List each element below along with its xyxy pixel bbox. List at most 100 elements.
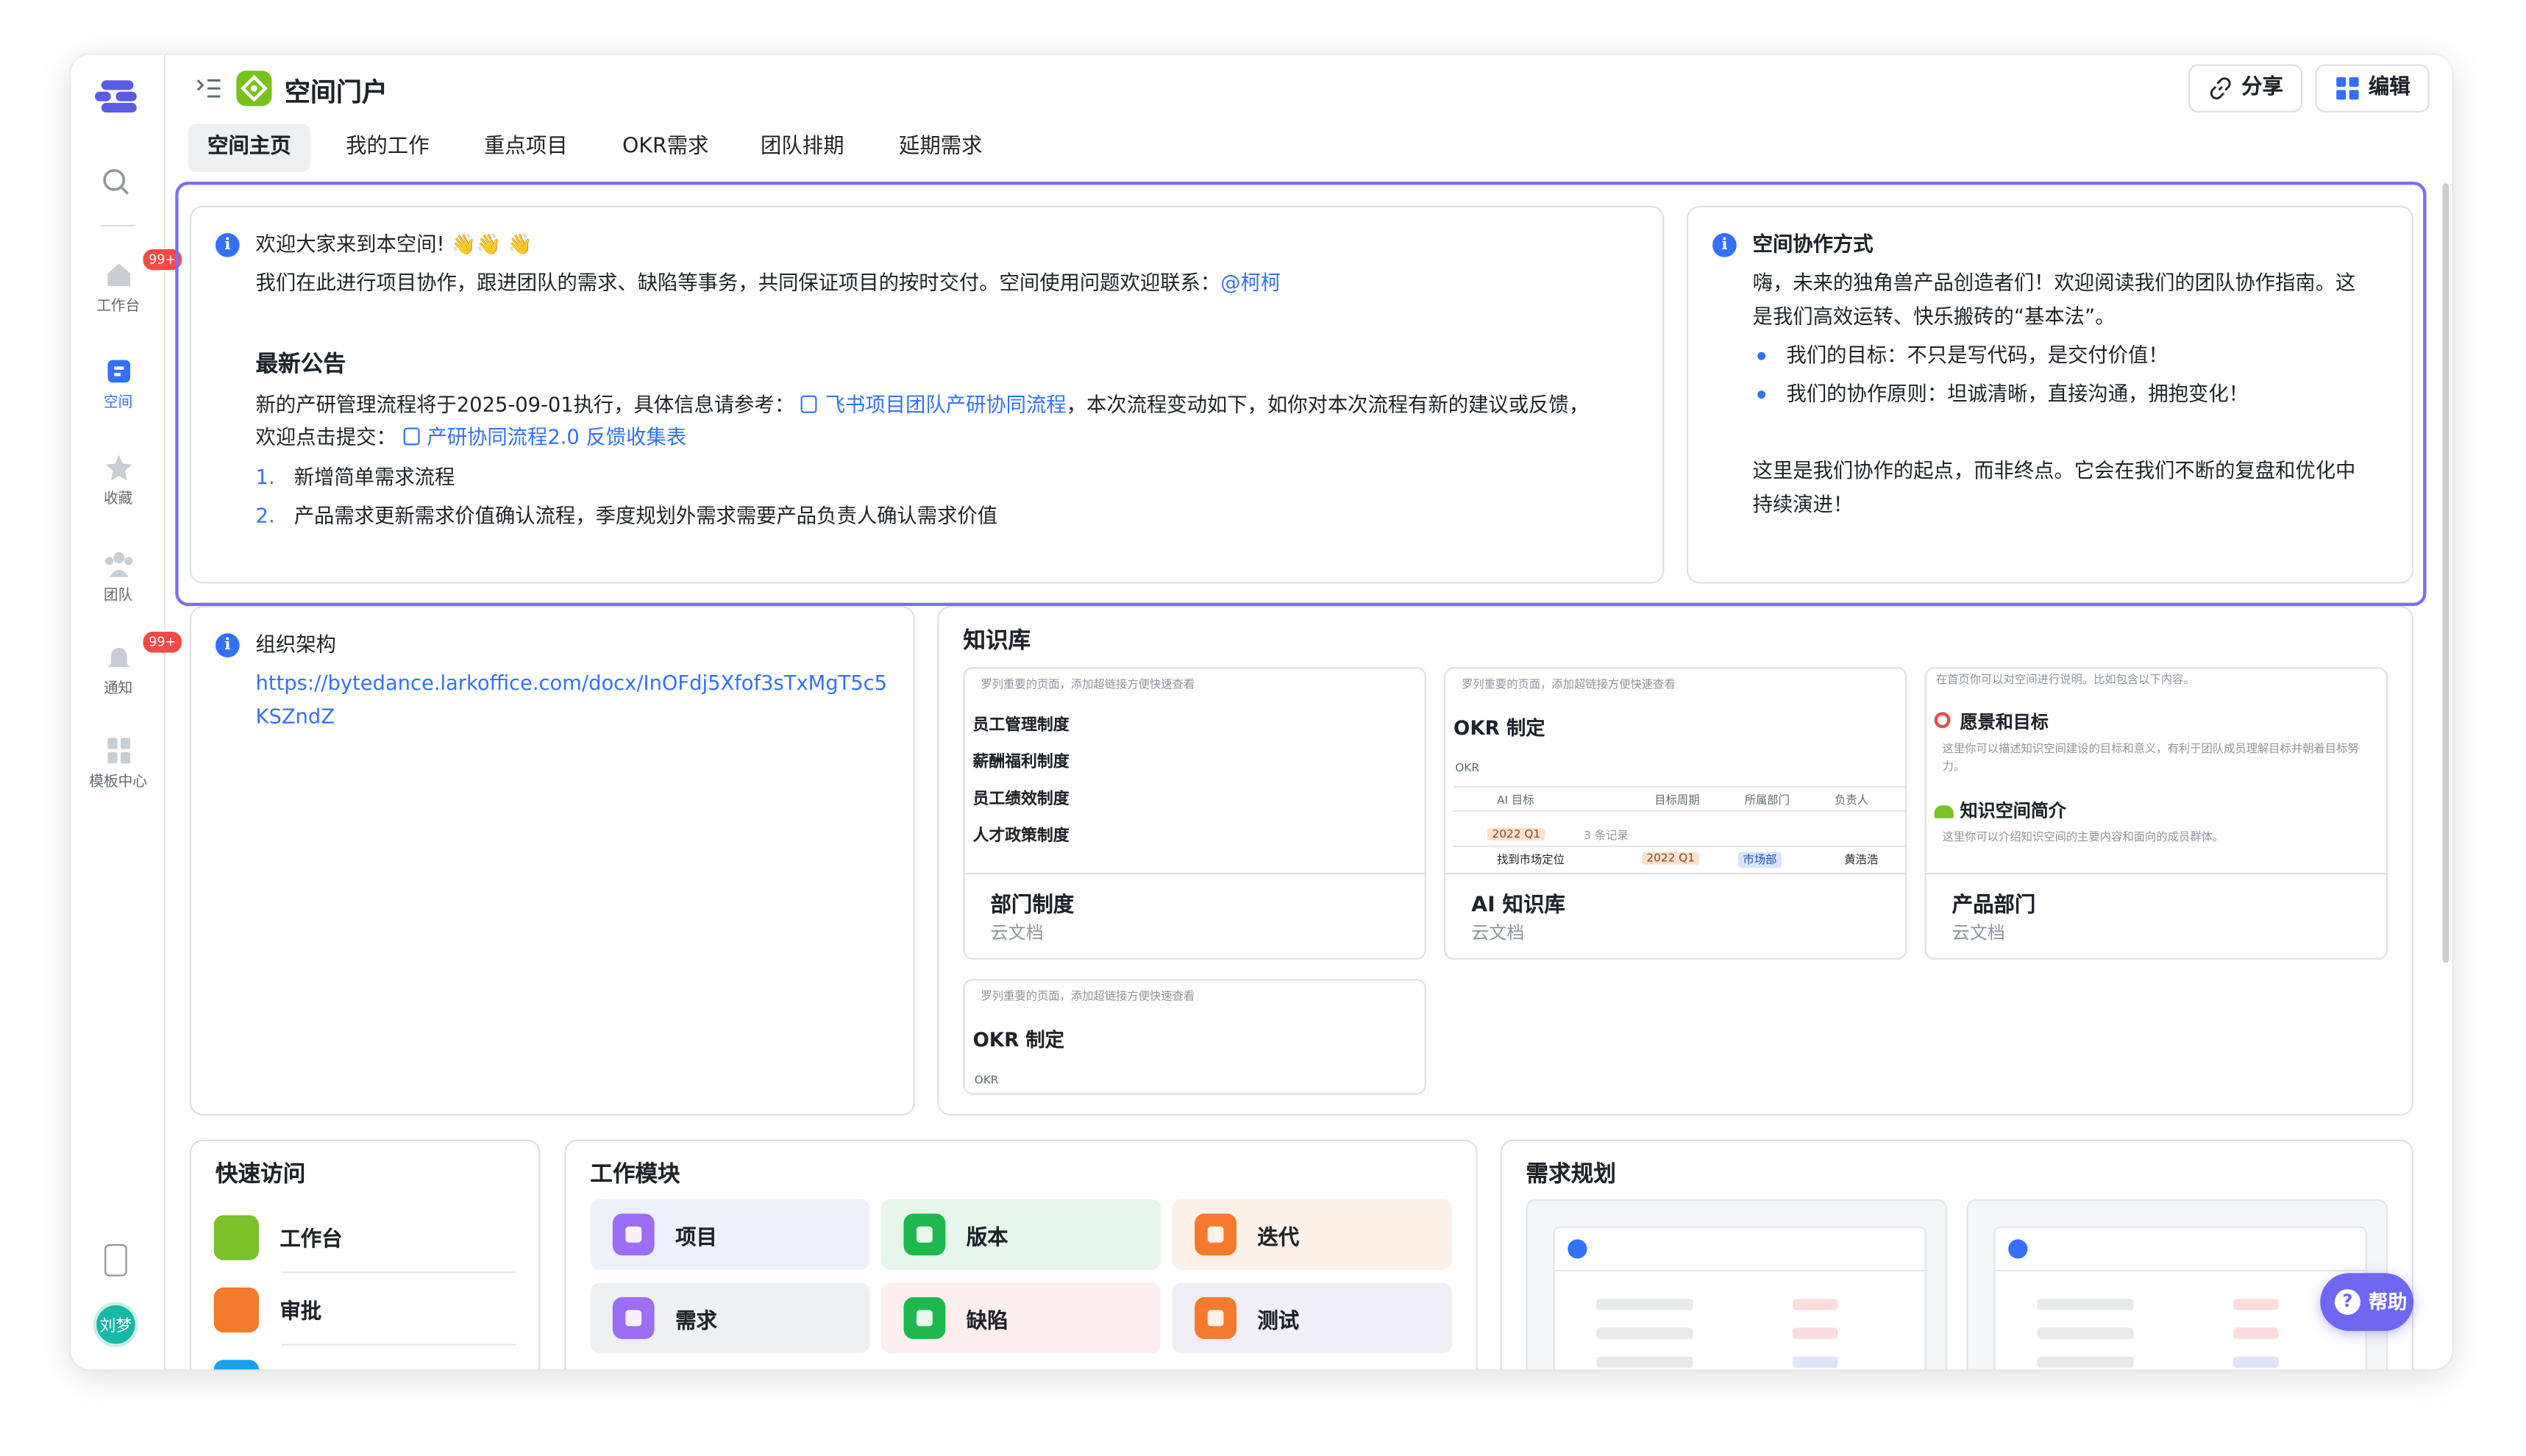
module-label: 迭代 xyxy=(1257,1226,1300,1251)
rail-label: 空间 xyxy=(103,395,133,412)
edit-button[interactable]: 编辑 xyxy=(2315,64,2430,113)
template-icon xyxy=(107,738,129,764)
module-label: 版本 xyxy=(966,1226,1008,1251)
mobile-icon[interactable] xyxy=(104,1243,127,1277)
org-card[interactable]: i 组织架构 https://bytedance.larkoffice.com/… xyxy=(189,606,915,1116)
collab-text: 嗨，未来的独角兽产品创造者们！欢迎阅读我们的团队协作指南。这 xyxy=(1752,270,2356,295)
rail-divider xyxy=(99,225,135,227)
rail-label: 收藏 xyxy=(103,491,133,508)
tab-schedule[interactable]: 团队排期 xyxy=(741,124,864,172)
target-icon xyxy=(1934,712,1951,729)
kb-card-ai[interactable]: 罗列重要的页面，添加超链接方便快速查看 OKR 制定 OKR AI 目标 目标周… xyxy=(1443,667,1907,960)
quick-access-title: 快速访问 xyxy=(215,1162,306,1188)
preview-col: 负责人 xyxy=(1835,793,1869,807)
planning-preview[interactable] xyxy=(1526,1199,1948,1370)
module-iteration[interactable]: 迭代 xyxy=(1172,1199,1452,1270)
rail-item-templates[interactable]: 模板中心 xyxy=(71,736,166,791)
space-icon xyxy=(107,360,129,383)
doc-link[interactable]: 飞书项目团队产研协同流程 xyxy=(794,392,1067,416)
planning-preview[interactable] xyxy=(1966,1199,2388,1370)
rail-label: 工作台 xyxy=(96,299,140,315)
collab-bullet: 我们的目标：不只是写代码，是交付价值！ xyxy=(1786,342,2169,367)
team-icon xyxy=(104,552,132,577)
preview-section: 愿景和目标 xyxy=(1960,712,2049,733)
welcome-card[interactable]: i 欢迎大家来到本空间! 👋👋 👋 我们在此进行项目协作，跟进团队的需求、缺陷等… xyxy=(189,205,1665,584)
quick-item-workbench[interactable]: 工作台 xyxy=(213,1202,516,1273)
rail-label: 团队 xyxy=(103,588,133,604)
rail-item-workbench[interactable]: 99+ 工作台 xyxy=(71,247,185,315)
knowledge-title: 知识库 xyxy=(963,628,1031,654)
mention-link[interactable]: @柯柯 xyxy=(1220,270,1281,294)
rail-item-team[interactable]: 团队 xyxy=(71,550,166,604)
bell-icon xyxy=(107,647,129,668)
preview-heading: OKR 制定 xyxy=(972,1028,1064,1052)
preview-desc: 这里你可以介绍知识空间的主要内容和面向的成员群体。 xyxy=(1942,831,2224,844)
kb-card-type: 云文档 xyxy=(1952,922,2005,944)
share-button[interactable]: 分享 xyxy=(2188,64,2303,113)
island-icon xyxy=(1934,805,1954,818)
scrollbar[interactable] xyxy=(2442,183,2449,963)
modules-title: 工作模块 xyxy=(590,1162,680,1188)
preview-view: OKR xyxy=(974,1074,999,1087)
quick-item-label: 审批 xyxy=(280,1300,322,1325)
preview-count: 3 条记录 xyxy=(1584,829,1629,843)
preview-hint: 在首页你可以对空间进行说明。比如包含以下内容。 xyxy=(1935,673,2195,687)
preview-group: 2022 Q1 xyxy=(1487,827,1545,841)
module-project[interactable]: 项目 xyxy=(590,1199,870,1270)
rail-item-favorites[interactable]: 收藏 xyxy=(71,453,166,508)
form-link[interactable]: 产研协同流程2.0 反馈收集表 xyxy=(396,424,686,449)
module-requirement[interactable]: 需求 xyxy=(590,1282,870,1354)
preview-cell: 市场部 xyxy=(1737,852,1782,868)
app-window: 99+ 工作台 空间 收藏 团队 99+ 通知 模板中心 刘梦 空间门户 分享 … xyxy=(71,54,2452,1370)
help-button[interactable]: ? 帮助 xyxy=(2320,1273,2414,1331)
link-icon xyxy=(2210,77,2231,100)
avatar[interactable]: 刘梦 xyxy=(93,1302,138,1347)
preview-col: 目标周期 xyxy=(1654,793,1700,807)
clock-icon xyxy=(213,1215,259,1260)
tab-my-work[interactable]: 我的工作 xyxy=(327,124,449,172)
tab-delayed[interactable]: 延期需求 xyxy=(880,124,1002,172)
kb-card-okr[interactable]: 罗列重要的页面，添加超链接方便快速查看 OKR 制定 OKR xyxy=(963,979,1426,1095)
help-label: 帮助 xyxy=(2368,1291,2408,1313)
kb-card-product[interactable]: 在首页你可以对空间进行说明。比如包含以下内容。 愿景和目标 这里你可以描述知识空… xyxy=(1924,667,2388,960)
module-defect[interactable]: 缺陷 xyxy=(880,1282,1161,1354)
rail-item-notifications[interactable]: 99+ 通知 xyxy=(71,629,185,698)
question-icon: ? xyxy=(2334,1289,2360,1316)
module-version[interactable]: 版本 xyxy=(880,1199,1161,1270)
defect-icon xyxy=(903,1297,946,1339)
tab-key-projects[interactable]: 重点项目 xyxy=(465,124,587,172)
app-icon[interactable] xyxy=(213,1360,259,1370)
collab-card[interactable]: i 空间协作方式 嗨，未来的独角兽产品创造者们！欢迎阅读我们的团队协作指南。这 … xyxy=(1687,205,2414,584)
collab-text: 持续演进！ xyxy=(1752,491,1854,516)
tab-okr[interactable]: OKR需求 xyxy=(603,124,728,172)
kb-card-title: 产品部门 xyxy=(1952,893,2036,918)
info-icon: i xyxy=(215,633,240,658)
quick-item-approval[interactable]: 审批 xyxy=(213,1274,516,1345)
home-icon xyxy=(107,263,129,287)
project-icon xyxy=(612,1213,655,1256)
module-test[interactable]: 测试 xyxy=(1172,1282,1452,1354)
requirement-icon xyxy=(612,1297,655,1339)
page-title: 空间门户 xyxy=(284,76,388,108)
bullet xyxy=(1757,390,1766,399)
org-url-link[interactable]: https://bytedance.larkoffice.com/docx/In… xyxy=(256,667,887,699)
planning-title: 需求规划 xyxy=(1526,1162,1616,1188)
tab-home[interactable]: 空间主页 xyxy=(188,124,310,172)
rail-item-space[interactable]: 空间 xyxy=(71,357,166,412)
preview-line: 薪酬福利制度 xyxy=(972,754,1070,772)
module-label: 测试 xyxy=(1257,1310,1300,1335)
divider xyxy=(281,1271,516,1274)
star-icon xyxy=(105,454,132,481)
divider xyxy=(281,1343,516,1346)
test-icon xyxy=(1195,1297,1237,1339)
kb-card-type: 云文档 xyxy=(990,922,1044,944)
preview-col: 所属部门 xyxy=(1744,793,1790,807)
collab-title: 空间协作方式 xyxy=(1752,231,1874,256)
app-logo[interactable] xyxy=(94,79,140,114)
announce-title: 最新公告 xyxy=(255,351,346,378)
sidebar-toggle-icon[interactable] xyxy=(196,76,222,101)
org-url-link-cont[interactable]: KSZndZ xyxy=(256,701,335,733)
search-icon[interactable] xyxy=(102,167,130,196)
list-item: 2. 产品需求更新需求价值确认流程，季度规划外需求需要产品负责人确认需求价值 xyxy=(255,503,998,527)
kb-card-dept[interactable]: 罗列重要的页面，添加超链接方便快速查看 员工管理制度 薪酬福利制度 员工绩效制度… xyxy=(963,667,1426,960)
